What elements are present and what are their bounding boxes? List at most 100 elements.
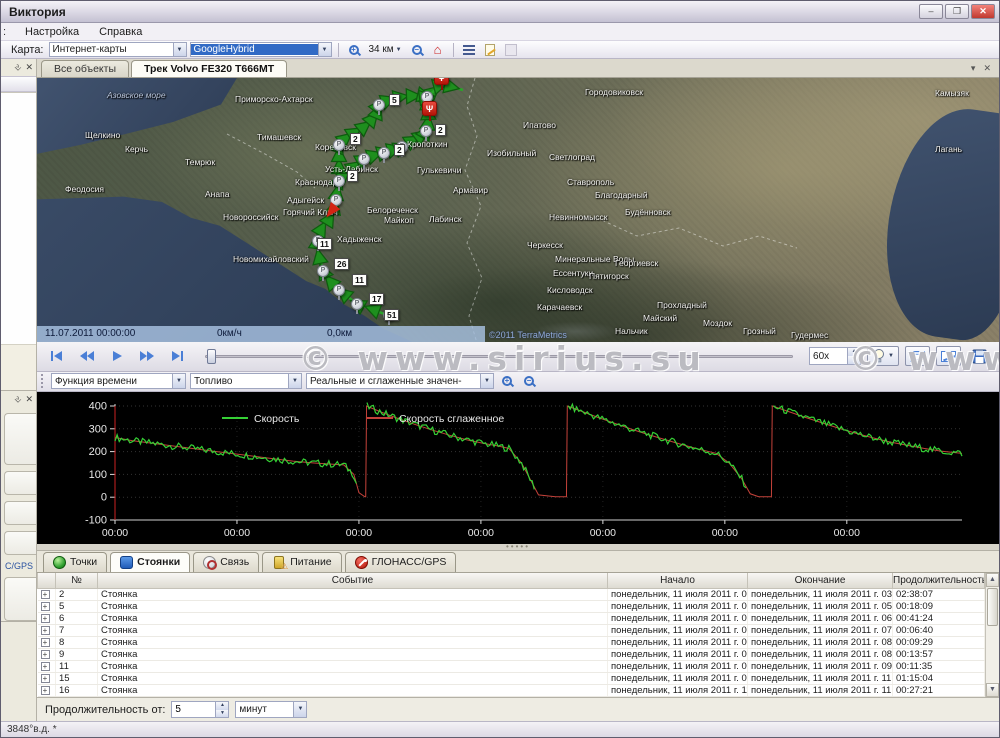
chart-values-combobox[interactable]: Реальные и сглаженные значен- ▼ <box>306 373 494 389</box>
play-button[interactable] <box>105 345 129 367</box>
map-source-combobox[interactable]: Интернет-карты ▼ <box>49 42 187 57</box>
skip-to-end-button[interactable] <box>165 345 189 367</box>
table-row[interactable]: +8Стоянкапонедельник, 11 июля 2011 г. 08… <box>38 637 985 649</box>
toggle-chart-panel-button[interactable] <box>936 346 961 366</box>
save-button[interactable] <box>967 345 991 367</box>
tab-close-icon[interactable]: ✕ <box>983 63 991 74</box>
expand-icon[interactable]: + <box>41 626 50 635</box>
spin-up-icon[interactable]: ▲ <box>216 702 228 710</box>
rewind-button[interactable] <box>75 345 99 367</box>
table-row[interactable]: +2Стоянкапонедельник, 11 июля 2011 г. 01… <box>38 589 985 601</box>
chart-zoom-in-button[interactable]: + <box>498 373 516 389</box>
chevron-down-icon[interactable]: ▼ <box>480 374 493 388</box>
fast-forward-button[interactable] <box>135 345 159 367</box>
slider-thumb[interactable] <box>207 349 216 364</box>
scrollbar-thumb[interactable] <box>987 588 998 626</box>
event-tab-parking[interactable]: Стоянки <box>110 552 190 572</box>
table-scrollbar[interactable]: ▲ ▼ <box>985 573 999 697</box>
column-header-5[interactable]: Продолжительность <box>893 573 985 589</box>
waypoint-marker[interactable]: P <box>317 265 329 277</box>
scroll-up-icon[interactable]: ▲ <box>986 573 999 587</box>
event-tab-power[interactable]: Питание <box>262 552 341 572</box>
legend-list-button[interactable] <box>460 42 478 58</box>
spin-up-icon[interactable]: ▲ <box>848 348 860 356</box>
map-view[interactable]: Азовское мореПриморско-АхтарскГородовико… <box>37 78 999 342</box>
chart-mode-combobox[interactable]: Функция времени ▼ <box>51 373 186 389</box>
event-tab-point[interactable]: Точки <box>43 552 107 572</box>
table-row[interactable]: +6Стоянкапонедельник, 11 июля 2011 г. 06… <box>38 613 985 625</box>
duration-input[interactable] <box>172 702 215 717</box>
table-row[interactable]: +16Стоянкапонедельник, 11 июля 2011 г. 1… <box>38 685 985 697</box>
event-tab-gps[interactable]: ГЛОНАСС/GPS <box>345 552 457 572</box>
close-icon[interactable]: ✕ <box>25 62 33 73</box>
show-whole-track-button[interactable]: ⌂ <box>429 42 447 58</box>
event-tab-link[interactable]: Связь <box>193 552 259 572</box>
scroll-down-icon[interactable]: ▼ <box>986 683 999 697</box>
expand-icon[interactable]: + <box>41 662 50 671</box>
waypoint-marker[interactable]: P <box>333 284 345 296</box>
pin-icon[interactable]: ⎀ <box>14 394 21 405</box>
finish-marker[interactable]: Ψ <box>434 78 449 85</box>
tab-scroll-icon[interactable]: ▾ <box>971 63 976 74</box>
expand-icon[interactable]: + <box>41 650 50 659</box>
waypoint-marker[interactable]: P <box>420 125 432 137</box>
restore-button[interactable]: ❐ <box>945 4 969 19</box>
waypoint-marker[interactable]: P <box>333 175 345 187</box>
chevron-down-icon[interactable]: ▼ <box>293 702 306 717</box>
chevron-down-icon[interactable]: ▼ <box>318 43 331 56</box>
close-button[interactable]: ✕ <box>971 4 995 19</box>
table-row[interactable]: +15Стоянкапонедельник, 11 июля 2011 г. 0… <box>38 673 985 685</box>
menu-item-0[interactable]: Настройка <box>15 24 89 40</box>
duration-spinner[interactable]: ▲▼ <box>171 701 229 718</box>
table-row[interactable]: +9Стоянкапонедельник, 11 июля 2011 г. 08… <box>38 649 985 661</box>
menu-item-1[interactable]: Справка <box>89 24 152 40</box>
waypoint-marker[interactable]: P <box>351 298 363 310</box>
waypoint-marker[interactable]: P <box>378 147 390 159</box>
skip-to-start-button[interactable] <box>45 345 69 367</box>
cell-start: понедельник, 11 июля 2011 г. 08:00:00 <box>608 637 748 649</box>
map-type-combobox[interactable]: GoogleHybrid ▼ <box>190 42 332 57</box>
table-row[interactable]: +11Стоянкапонедельник, 11 июля 2011 г. 0… <box>38 661 985 673</box>
column-header-3[interactable]: Начало <box>608 573 748 589</box>
chevron-down-icon[interactable]: ▼ <box>288 374 301 388</box>
waypoint-marker[interactable]: P <box>358 153 370 165</box>
pin-icon[interactable]: ⎀ <box>14 62 21 73</box>
expand-icon[interactable]: + <box>41 614 50 623</box>
document-tab-1[interactable]: Трек Volvo FE320 Т666МТ <box>131 60 287 77</box>
toggle-map-panel-button[interactable] <box>905 346 930 366</box>
track-position-slider[interactable] <box>205 345 793 367</box>
lamp-dropdown-button[interactable]: ▼ <box>867 346 899 366</box>
map-scale-dropdown[interactable]: 34 км ▼ <box>366 42 405 58</box>
duration-unit-combobox[interactable]: минут ▼ <box>235 701 307 718</box>
edit-notes-button[interactable] <box>481 42 499 58</box>
column-header-0[interactable] <box>38 573 56 589</box>
column-header-1[interactable]: № <box>56 573 98 589</box>
close-icon[interactable]: ✕ <box>25 394 33 405</box>
expand-icon[interactable]: + <box>41 602 50 611</box>
column-header-4[interactable]: Окончание <box>748 573 893 589</box>
chevron-down-icon[interactable]: ▼ <box>173 43 186 56</box>
expand-icon[interactable]: + <box>41 686 50 695</box>
events-table[interactable]: №СобытиеНачалоОкончаниеПродолжительность… <box>37 573 985 698</box>
spin-down-icon[interactable]: ▼ <box>848 356 860 364</box>
waypoint-marker[interactable]: P <box>333 139 345 151</box>
chart-parameter-combobox[interactable]: Топливо ▼ <box>190 373 302 389</box>
spin-down-icon[interactable]: ▼ <box>216 710 228 718</box>
horizontal-splitter[interactable]: ••••• <box>37 544 999 551</box>
waypoint-marker[interactable]: P <box>373 99 385 111</box>
column-header-2[interactable]: Событие <box>98 573 608 589</box>
table-row[interactable]: +7Стоянкапонедельник, 11 июля 2011 г. 07… <box>38 625 985 637</box>
table-row[interactable]: +5Стоянкапонедельник, 11 июля 2011 г. 04… <box>38 601 985 613</box>
chevron-down-icon[interactable]: ▼ <box>172 374 185 388</box>
expand-icon[interactable]: + <box>41 674 50 683</box>
finish-marker[interactable]: Ψ <box>422 101 437 116</box>
expand-icon[interactable]: + <box>41 638 50 647</box>
playback-speed-spinner[interactable]: 60x ▲▼ <box>809 347 861 365</box>
document-tab-0[interactable]: Все объекты <box>41 60 129 77</box>
chart-zoom-out-button[interactable]: − <box>520 373 538 389</box>
zoom-out-button[interactable]: − <box>408 42 426 58</box>
speed-chart[interactable]: 4003002001000-10000:0000:0000:0000:0000:… <box>37 392 999 544</box>
minimize-button[interactable]: – <box>919 4 943 19</box>
zoom-in-button[interactable]: + <box>345 42 363 58</box>
expand-icon[interactable]: + <box>41 590 50 599</box>
